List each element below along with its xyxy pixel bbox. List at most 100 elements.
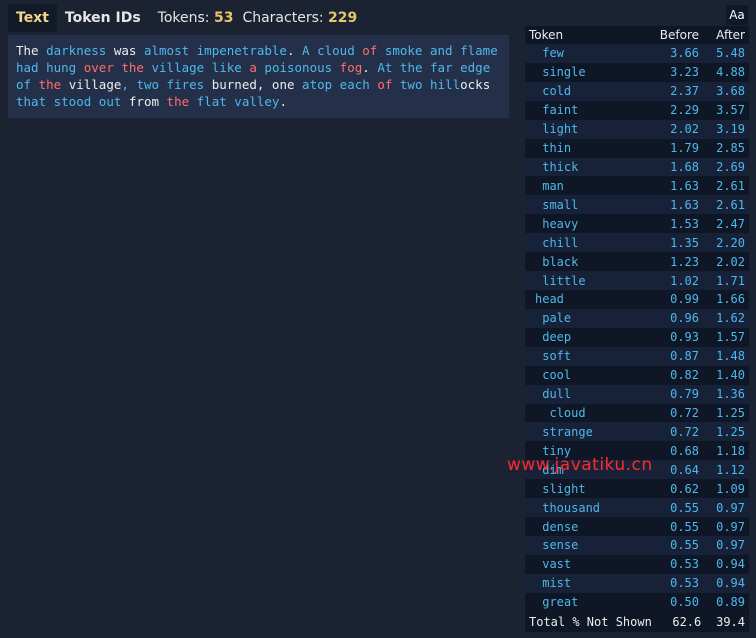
- text-token: the: [31, 77, 62, 92]
- text-token: ,: [121, 77, 129, 92]
- table-row: dull 0.79 1.36: [525, 384, 749, 404]
- text-token: .: [279, 94, 287, 109]
- text-token: The: [16, 43, 47, 58]
- row-token: great: [535, 595, 579, 610]
- row-before: 0.53: [670, 557, 699, 572]
- row-before: 2.37: [670, 84, 699, 99]
- row-before: 1.63: [670, 197, 699, 212]
- table-row: head 0.99 1.66: [525, 289, 749, 309]
- table-row: thick 1.68 2.69: [525, 157, 749, 177]
- row-token: head: [535, 292, 564, 307]
- tokenized-text: The darkness was almost impenetrable. A …: [16, 42, 502, 110]
- text-token: flame: [452, 43, 498, 58]
- text-token: stood: [46, 94, 92, 109]
- font-toggle-button[interactable]: Aa: [726, 5, 748, 25]
- row-token: small: [535, 197, 579, 212]
- row-before: 0.64: [670, 462, 699, 477]
- row-token: faint: [535, 103, 579, 118]
- header-token: Token: [529, 28, 564, 42]
- row-token: slight: [535, 481, 586, 496]
- text-token: a: [241, 60, 257, 75]
- row-token: thousand: [535, 500, 601, 515]
- text-token: A: [302, 43, 310, 58]
- text-token: atop: [294, 77, 333, 92]
- row-after: 0.94: [716, 576, 745, 591]
- row-after: 3.57: [716, 103, 745, 118]
- row-token: sense: [535, 538, 579, 553]
- row-before: 1.35: [670, 235, 699, 250]
- text-token: darkness: [46, 43, 107, 58]
- table-row: little 1.02 1.71: [525, 271, 749, 290]
- table-row: pale 0.96 1.62: [525, 308, 749, 328]
- row-token: black: [535, 254, 579, 269]
- characters-value: 229: [328, 10, 358, 26]
- table-row: sense 0.55 0.97: [525, 535, 749, 555]
- table-footer: Total % Not Shown 62.6 39.4: [525, 611, 749, 632]
- row-before: 2.02: [670, 122, 699, 137]
- row-token: pale: [535, 311, 572, 326]
- text-token: had: [16, 60, 39, 75]
- text-token: village: [143, 60, 205, 75]
- table-row: great 0.50 0.89: [525, 592, 749, 612]
- row-token: vast: [535, 557, 572, 572]
- table-row: cloud 0.72 1.25: [525, 403, 749, 423]
- table-row: faint 2.29 3.57: [525, 100, 749, 120]
- watermark: www.javatiku.cn: [507, 455, 653, 475]
- table-row: deep 0.93 1.57: [525, 327, 749, 347]
- table-row: single 3.23 4.88: [525, 62, 749, 82]
- tab-token-ids[interactable]: Token IDs: [57, 4, 149, 32]
- tab-text[interactable]: Text: [8, 4, 57, 32]
- row-before: 1.02: [670, 273, 699, 288]
- text-token: each: [332, 77, 370, 92]
- text-token: was: [106, 43, 144, 58]
- row-after: 1.25: [716, 424, 745, 439]
- table-row: heavy 1.53 2.47: [525, 214, 749, 234]
- text-token: that: [16, 94, 47, 109]
- row-after: 1.40: [716, 368, 745, 383]
- row-before: 0.93: [670, 330, 699, 345]
- row-before: 0.50: [670, 595, 699, 610]
- row-after: 1.12: [716, 462, 745, 477]
- row-token: few: [535, 46, 564, 61]
- text-token: one: [264, 77, 295, 92]
- row-after: 2.20: [716, 235, 745, 250]
- footer-label: Total % Not Shown: [529, 614, 652, 629]
- row-before: 0.55: [670, 500, 699, 515]
- row-token: man: [535, 178, 564, 193]
- text-token: almost: [143, 43, 190, 58]
- text-token: burned: [204, 77, 257, 92]
- table-row: man 1.63 2.61: [525, 176, 749, 196]
- table-row: small 1.63 2.61: [525, 195, 749, 215]
- text-token: fog: [332, 60, 363, 75]
- text-token: the: [159, 94, 190, 109]
- text-token: out: [91, 94, 122, 109]
- row-after: 2.85: [716, 141, 745, 156]
- row-after: 5.48: [716, 46, 745, 61]
- row-token: cloud: [535, 405, 586, 420]
- row-token: dull: [535, 387, 572, 402]
- row-token: cool: [535, 368, 572, 383]
- table-row: mist 0.53 0.94: [525, 573, 749, 593]
- text-token: edge: [452, 60, 491, 75]
- row-token: thick: [535, 159, 579, 174]
- text-token: the: [392, 60, 423, 75]
- table-row: few 3.66 5.48: [525, 44, 749, 63]
- text-token: of: [16, 77, 32, 92]
- table-row: cool 0.82 1.40: [525, 365, 749, 385]
- tokens-label: Tokens:: [157, 10, 210, 26]
- table-row: chill 1.35 2.20: [525, 233, 749, 253]
- row-after: 0.97: [716, 538, 745, 553]
- table-row: soft 0.87 1.48: [525, 346, 749, 366]
- row-after: 2.61: [716, 178, 745, 193]
- table-row: black 1.23 2.02: [525, 252, 749, 272]
- text-token: from: [121, 94, 160, 109]
- row-before: 1.23: [670, 254, 699, 269]
- row-after: 0.89: [716, 595, 745, 610]
- row-after: 0.94: [716, 557, 745, 572]
- text-token: of: [354, 43, 378, 58]
- text-token: At: [377, 60, 393, 75]
- row-after: 1.66: [716, 292, 745, 307]
- row-after: 0.97: [716, 519, 745, 534]
- row-before: 0.87: [670, 349, 699, 364]
- row-before: 0.62: [670, 481, 699, 496]
